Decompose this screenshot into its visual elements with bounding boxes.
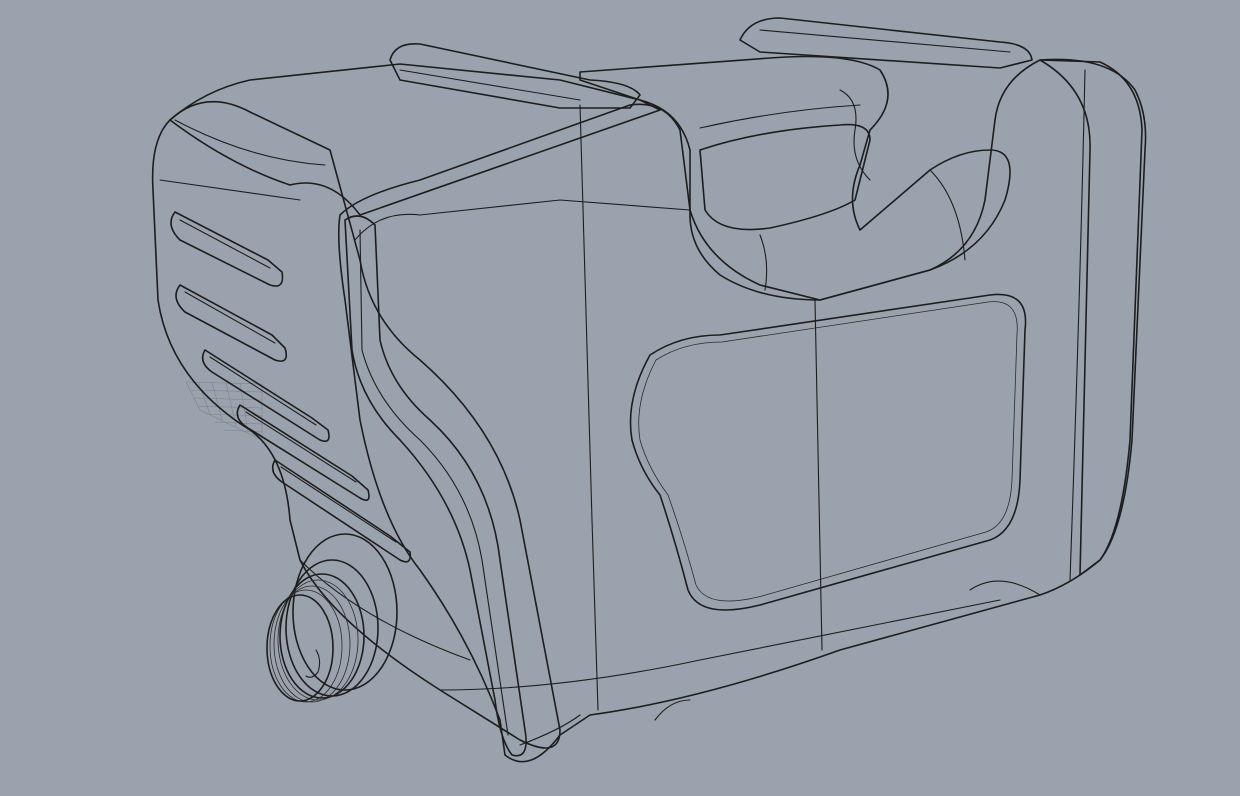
spout-cap[interactable]: [266, 533, 398, 703]
vent-slots: [170, 211, 412, 563]
viewport-canvas[interactable]: [0, 0, 1240, 796]
top-pad-right[interactable]: [739, 17, 1033, 69]
jerrycan-model[interactable]: [151, 17, 1147, 763]
modeling-viewport[interactable]: [0, 0, 1240, 796]
right-end[interactable]: [1039, 58, 1147, 576]
carry-handle[interactable]: [579, 55, 1011, 301]
handle-opening: [699, 123, 871, 231]
front-face[interactable]: [151, 100, 561, 749]
